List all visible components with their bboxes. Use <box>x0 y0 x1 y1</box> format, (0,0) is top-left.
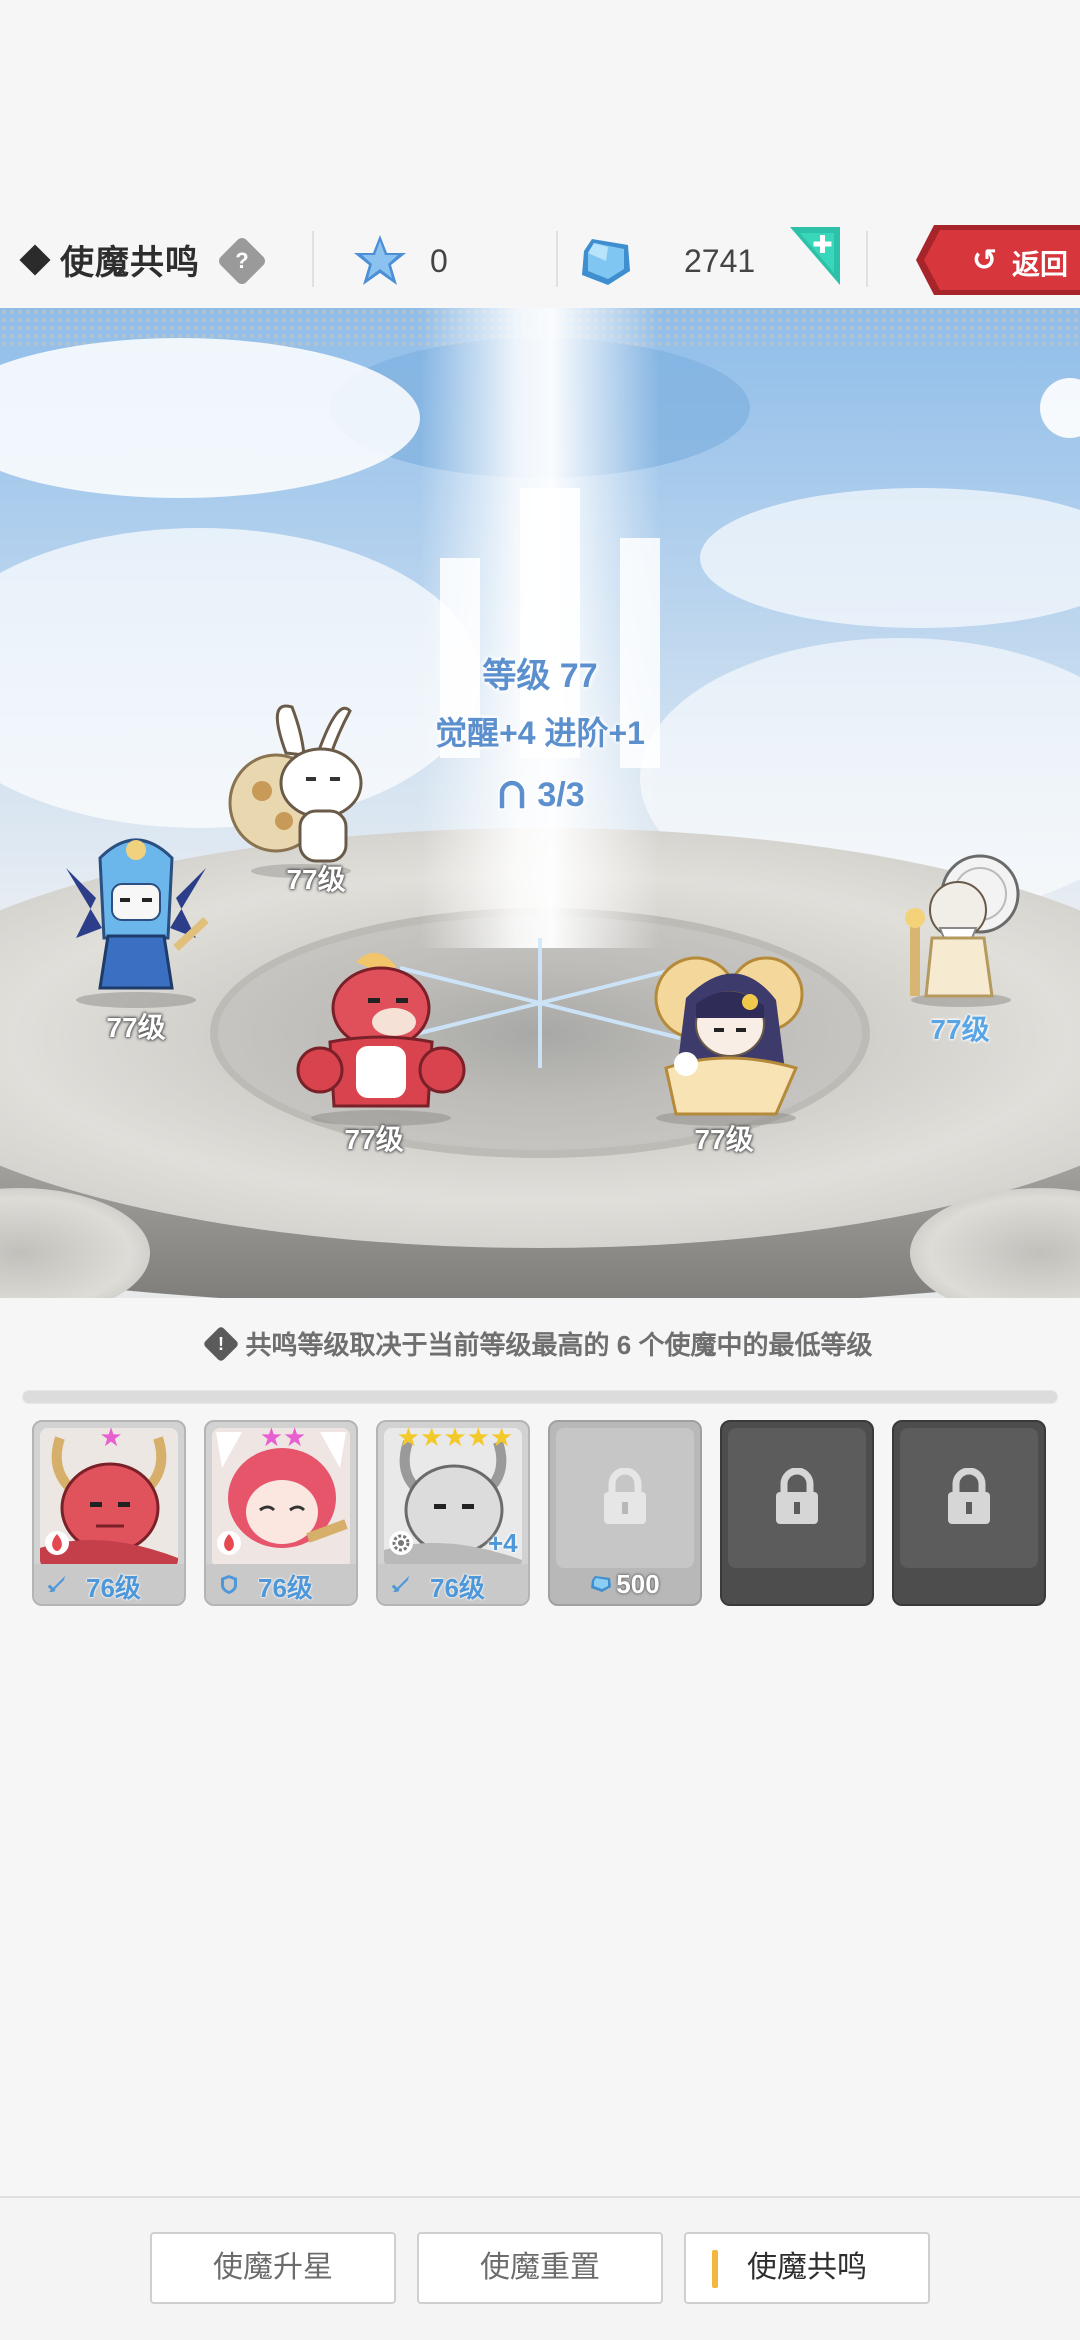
active-tab-indicator <box>712 2250 718 2288</box>
back-button[interactable]: ↺ 返回 <box>916 225 1080 295</box>
tab-resonance[interactable]: 使魔共鸣 <box>684 2232 930 2304</box>
unlock-cost: 500 <box>550 1569 700 1600</box>
awaken-bonus: +4 <box>488 1528 518 1558</box>
gear-icon <box>389 1531 413 1555</box>
page-title: 使魔共鸣 <box>60 244 200 282</box>
star-currency-value: 0 <box>430 243 448 279</box>
unlock-cost-value: 500 <box>616 1569 660 1599</box>
familiar-level: 76级 <box>86 1573 141 1603</box>
red-bear-character[interactable] <box>296 946 466 1126</box>
rabbit-character[interactable] <box>226 693 376 878</box>
diamond-icon <box>19 243 51 276</box>
add-gem-button[interactable] <box>790 227 840 285</box>
resonance-notice: ! 共鸣等级取决于当前等级最高的 6 个使魔中的最低等级 <box>0 1325 1080 1363</box>
star-rating: ★★ <box>259 1422 307 1452</box>
divider <box>866 231 868 287</box>
shield-icon <box>221 1575 237 1594</box>
resonance-slot-1[interactable]: ★ 76级 <box>32 1420 186 1606</box>
info-glyph: ! <box>217 1334 224 1355</box>
lock-icon <box>604 1468 646 1524</box>
familiar-level: 76级 <box>430 1573 485 1603</box>
tab-reset[interactable]: 使魔重置 <box>417 2232 663 2304</box>
locked-slot[interactable] <box>892 1420 1046 1606</box>
cloud <box>700 488 1080 628</box>
tab-label: 使魔重置 <box>480 2251 600 2284</box>
awaken-advance-text: 觉醒+4 进阶+1 <box>435 715 645 751</box>
gem-icon <box>582 239 630 285</box>
sword-icon <box>47 1576 65 1593</box>
resonance-scene: 等级 77 觉醒+4 进阶+1 3/3 77级 77级 77级 77级 77级 <box>0 308 1080 1298</box>
divider <box>312 231 314 287</box>
section-divider <box>22 1390 1058 1404</box>
arch-icon <box>498 779 527 810</box>
gem-icon <box>591 1576 612 1593</box>
locked-slot-purchasable[interactable]: 500 <box>548 1420 702 1606</box>
character-level: 77级 <box>930 1014 990 1045</box>
familiar-level: 76级 <box>258 1573 313 1603</box>
star-rating: ★ <box>99 1422 123 1452</box>
character-level: 77级 <box>106 1012 166 1043</box>
gem-currency-value: 2741 <box>684 243 756 279</box>
tab-label: 使魔共鸣 <box>747 2251 867 2284</box>
help-icon: ? <box>235 248 249 273</box>
tab-star-up[interactable]: 使魔升星 <box>150 2232 396 2304</box>
return-icon: ↺ <box>972 244 998 277</box>
help-button[interactable]: ? <box>216 235 268 287</box>
title-group: 使魔共鸣 <box>19 235 200 284</box>
cloud <box>1040 378 1080 438</box>
fire-icon <box>45 1531 69 1555</box>
resonance-slot-2[interactable]: ★★ 76级 <box>204 1420 358 1606</box>
cloud <box>0 338 420 498</box>
resonance-slot-3[interactable]: ★★★★★ +4 76级 <box>376 1420 530 1606</box>
slot-bar: 76级 <box>206 1564 356 1604</box>
lock-icon <box>948 1468 990 1524</box>
slot-bar: 76级 <box>378 1564 528 1604</box>
top-bar: 使魔共鸣 ? 0 2741 ↺ 返回 <box>0 205 1080 315</box>
old-sage-character[interactable] <box>896 848 1026 1008</box>
character-level: 77级 <box>694 1124 754 1155</box>
star-rating: ★★★★★ <box>396 1422 514 1452</box>
divider <box>556 231 558 287</box>
dark-hair-girl-character[interactable] <box>626 938 826 1128</box>
back-label: 返回 <box>1012 249 1069 280</box>
resonance-ratio-value: 3/3 <box>537 776 585 814</box>
tab-label: 使魔升星 <box>213 2251 333 2284</box>
fire-icon <box>217 1531 241 1555</box>
resonance-level: 等级 77 <box>482 657 598 695</box>
star-crystal-icon <box>354 235 406 285</box>
sword-icon <box>391 1576 409 1593</box>
info-icon: ! <box>202 1325 239 1363</box>
character-level: 77级 <box>344 1124 404 1155</box>
slot-bar: 76级 <box>34 1564 184 1604</box>
locked-slot[interactable] <box>720 1420 874 1606</box>
resonance-ratio: 3/3 <box>0 776 1080 815</box>
resonance-screen: 使魔共鸣 ? 0 2741 ↺ 返回 等级 77 觉醒+4 进阶+1 3/3 7… <box>0 0 1080 2340</box>
bottom-tab-bar: 使魔升星 使魔重置 使魔共鸣 <box>0 2196 1080 2340</box>
character-level: 77级 <box>286 864 346 895</box>
lock-icon <box>776 1468 818 1524</box>
notice-text: 共鸣等级取决于当前等级最高的 6 个使魔中的最低等级 <box>245 1330 873 1360</box>
blue-pharaoh-character[interactable] <box>56 828 216 1008</box>
